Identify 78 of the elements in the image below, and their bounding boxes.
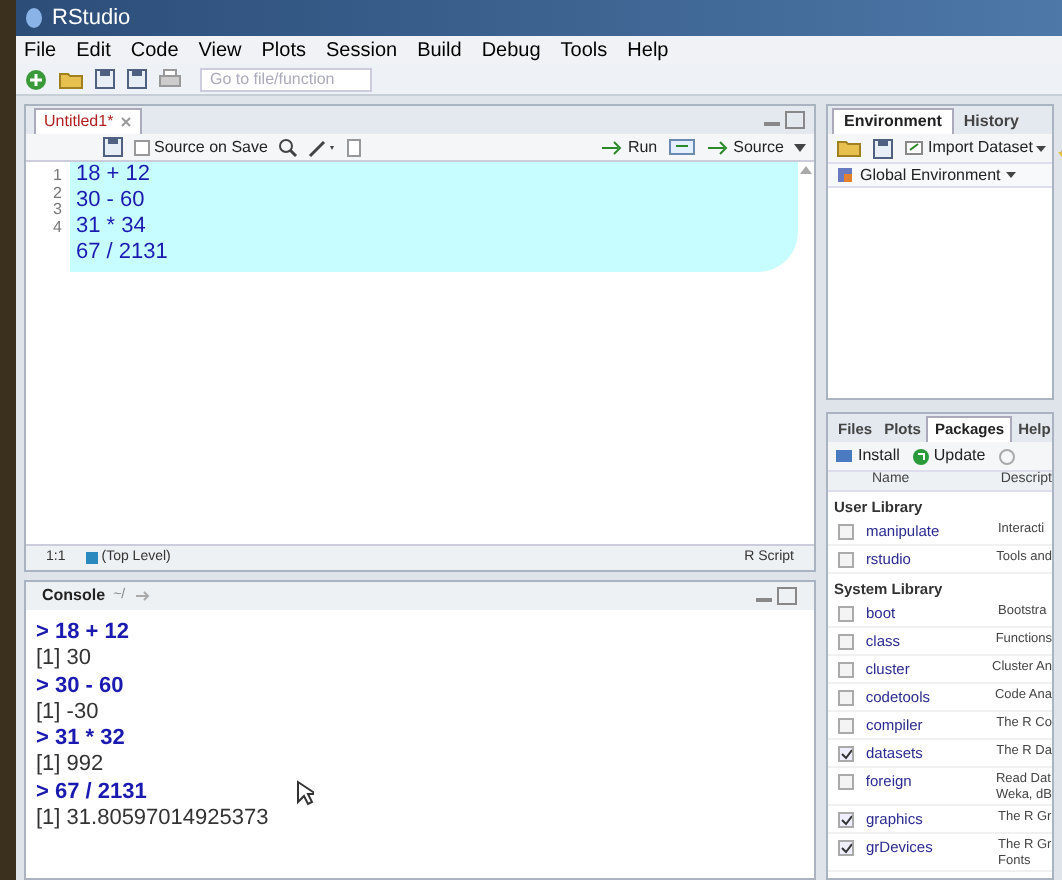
console-output: [1] 31.80597014925373 — [36, 806, 269, 833]
check-icon — [840, 842, 852, 854]
close-icon[interactable] — [119, 116, 132, 128]
code-line: 30 - 60 — [75, 188, 147, 214]
save-icon[interactable] — [102, 136, 124, 158]
source-on-save-checkbox[interactable]: Source on Save — [134, 135, 268, 159]
cube-icon — [836, 166, 854, 184]
mouse-pointer-icon — [296, 780, 314, 806]
package-checkbox[interactable] — [838, 718, 854, 734]
refresh-icon — [911, 447, 930, 465]
package-checkbox[interactable] — [838, 774, 854, 790]
menu-item[interactable]: Help — [627, 35, 669, 65]
code-line: 18 + 12 — [75, 162, 152, 188]
menu-item[interactable]: File — [24, 35, 57, 65]
save-icon[interactable] — [94, 68, 116, 90]
console-output: [1] 992 — [36, 752, 104, 780]
minimize-maximize-icon — [754, 586, 798, 606]
menu-item[interactable]: Debug — [481, 35, 541, 65]
menu-item[interactable]: Edit — [76, 35, 111, 65]
package-checkbox[interactable] — [838, 690, 854, 706]
wand-icon[interactable] — [307, 137, 336, 157]
menu-item[interactable]: Build — [417, 35, 462, 65]
line-number: 2 — [53, 185, 62, 202]
menu-item[interactable]: Tools — [560, 35, 608, 65]
pane-tab[interactable]: Environment — [832, 108, 954, 134]
save-icon[interactable] — [872, 137, 894, 159]
page-icon[interactable] — [345, 137, 362, 157]
console-output: [1] -30 — [36, 699, 99, 727]
package-checkbox[interactable] — [838, 634, 854, 650]
package-icon — [834, 448, 854, 464]
window-title: RStudio — [52, 3, 131, 34]
environment-scope-selector[interactable]: Global Environment — [828, 162, 1052, 188]
search-icon[interactable] — [277, 137, 298, 157]
caret-icon — [1036, 145, 1047, 151]
install-button[interactable]: Install — [834, 444, 900, 468]
package-checkbox[interactable] — [838, 552, 854, 568]
line-number: 3 — [53, 202, 62, 219]
caret-icon[interactable] — [794, 143, 806, 151]
line-number: 4 — [53, 219, 62, 236]
console-command: > 30 - 60 — [36, 673, 124, 700]
menu-item[interactable]: Code — [130, 35, 179, 65]
rerun-icon[interactable] — [667, 138, 696, 156]
console-command: > 31 * 32 — [36, 726, 125, 753]
caret-icon — [1006, 172, 1017, 178]
pane-tab[interactable]: History — [953, 108, 1029, 134]
update-button[interactable]: Update — [911, 444, 986, 468]
code-line: 67 / 2131 — [75, 240, 170, 266]
package-checkbox[interactable] — [838, 606, 854, 622]
minimize-maximize-icon — [762, 110, 806, 130]
save-all-icon[interactable] — [126, 68, 148, 90]
console-output: [1] 30 — [36, 646, 92, 674]
table-arrow-icon — [904, 140, 924, 156]
console-command: > 67 / 2131 — [36, 779, 147, 807]
menu-item[interactable]: Session — [326, 35, 398, 65]
arrow-icon — [599, 139, 624, 155]
app-icon — [24, 6, 44, 30]
new-file-icon[interactable] — [24, 67, 48, 91]
arrow-icon — [705, 139, 730, 155]
source-button[interactable]: Source — [705, 135, 784, 159]
check-icon — [840, 814, 852, 826]
arrow-icon — [133, 590, 150, 602]
code-line: 31 * 34 — [75, 214, 148, 240]
line-number: 1 — [53, 168, 62, 185]
menu-item[interactable]: Plots — [261, 35, 306, 65]
package-checkbox[interactable] — [838, 840, 854, 856]
package-checkbox[interactable] — [838, 746, 854, 762]
editor-tab[interactable]: Untitled1* — [34, 108, 142, 134]
check-icon — [840, 748, 852, 760]
console-title: Console — [42, 584, 106, 608]
refresh-icon[interactable] — [997, 447, 1016, 465]
console-command: > 18 + 12 — [36, 620, 129, 647]
package-checkbox[interactable] — [838, 662, 854, 678]
package-checkbox[interactable] — [838, 524, 854, 540]
print-icon[interactable] — [158, 68, 182, 90]
menu-item[interactable]: View — [198, 35, 242, 65]
goto-field[interactable]: Go to file/function — [200, 67, 372, 91]
run-button[interactable]: Run — [599, 135, 658, 159]
package-checkbox[interactable] — [838, 812, 854, 828]
